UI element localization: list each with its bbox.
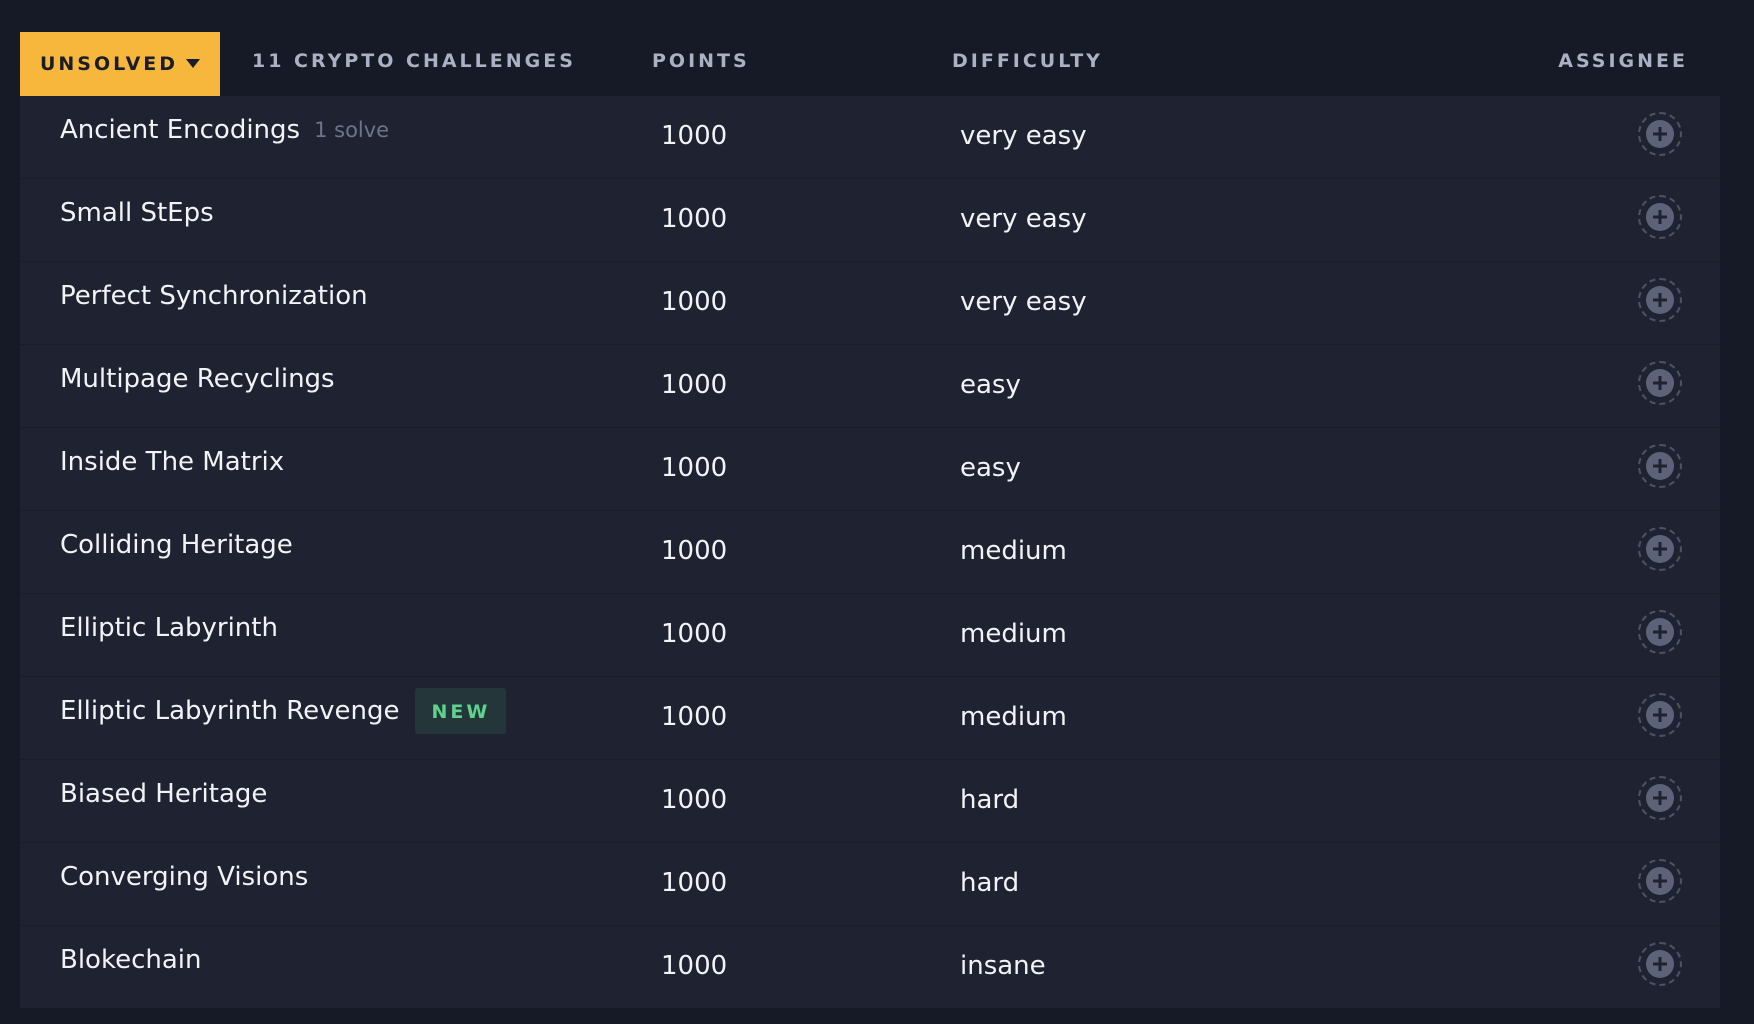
challenge-name-cell: Colliding Heritage (60, 525, 293, 565)
add-circle-icon (1646, 950, 1674, 978)
challenge-row[interactable]: Colliding Heritage 1000 medium (20, 511, 1720, 594)
challenge-row[interactable]: Inside The Matrix 1000 easy (20, 428, 1720, 511)
challenge-row[interactable]: Multipage Recyclings 1000 easy (20, 345, 1720, 428)
add-circle-icon (1646, 618, 1674, 646)
challenge-points: 1000 (661, 121, 728, 151)
challenge-row[interactable]: Elliptic Labyrinth 1000 medium (20, 594, 1720, 677)
table-header: UNSOLVED 11 CRYPTO CHALLENGES POINTS DIF… (20, 32, 1720, 96)
add-circle-icon (1646, 286, 1674, 314)
challenge-row[interactable]: Biased Heritage 1000 hard (20, 760, 1720, 843)
add-circle-icon (1646, 120, 1674, 148)
challenge-difficulty: medium (960, 619, 1067, 649)
challenge-name-cell: Elliptic Labyrinth Revenge NEW (60, 688, 507, 734)
challenge-name: Multipage Recyclings (60, 364, 335, 394)
assign-button[interactable] (1638, 693, 1682, 737)
challenge-name-cell: Small StEps (60, 193, 214, 233)
challenge-points: 1000 (661, 951, 728, 981)
challenge-name-cell: Multipage Recyclings (60, 359, 335, 399)
challenge-name-cell: Blokechain (60, 940, 202, 980)
add-circle-icon (1646, 203, 1674, 231)
assign-button[interactable] (1638, 278, 1682, 322)
add-circle-icon (1646, 867, 1674, 895)
challenge-row[interactable]: Perfect Synchronization 1000 very easy (20, 262, 1720, 345)
challenge-name-cell: Converging Visions (60, 857, 308, 897)
challenge-difficulty: hard (960, 785, 1020, 815)
assign-button[interactable] (1638, 112, 1682, 156)
challenge-name: Blokechain (60, 945, 202, 975)
challenge-row[interactable]: Small StEps 1000 very easy (20, 179, 1720, 262)
challenge-row[interactable]: Blokechain 1000 insane (20, 926, 1720, 1008)
challenge-difficulty: hard (960, 868, 1020, 898)
challenge-name: Small StEps (60, 198, 214, 228)
challenge-row[interactable]: Elliptic Labyrinth Revenge NEW 1000 medi… (20, 677, 1720, 760)
new-badge: NEW (415, 688, 507, 734)
status-filter-label: UNSOLVED (39, 53, 179, 75)
challenge-points: 1000 (661, 619, 728, 649)
difficulty-column-header: DIFFICULTY (952, 50, 1103, 72)
challenge-difficulty: medium (960, 536, 1067, 566)
assignee-column-header: ASSIGNEE (1558, 50, 1688, 72)
challenge-name: Inside The Matrix (60, 447, 285, 477)
challenge-points: 1000 (661, 453, 728, 483)
points-column-header: POINTS (652, 50, 750, 72)
challenge-difficulty: easy (960, 453, 1021, 483)
add-circle-icon (1646, 452, 1674, 480)
challenge-difficulty: very easy (960, 121, 1087, 151)
assign-button[interactable] (1638, 527, 1682, 571)
challenge-row[interactable]: Converging Visions 1000 hard (20, 843, 1720, 926)
challenge-difficulty: very easy (960, 287, 1087, 317)
status-filter-dropdown[interactable]: UNSOLVED (20, 32, 220, 96)
add-circle-icon (1646, 701, 1674, 729)
assign-button[interactable] (1638, 776, 1682, 820)
challenges-panel: UNSOLVED 11 CRYPTO CHALLENGES POINTS DIF… (20, 32, 1720, 1008)
assign-button[interactable] (1638, 361, 1682, 405)
challenge-name: Biased Heritage (60, 779, 268, 809)
solve-count: 1 solve (314, 118, 390, 142)
assign-button[interactable] (1638, 444, 1682, 488)
assign-button[interactable] (1638, 195, 1682, 239)
challenge-difficulty: medium (960, 702, 1067, 732)
challenge-difficulty: insane (960, 951, 1046, 981)
challenge-points: 1000 (661, 287, 728, 317)
challenge-points: 1000 (661, 868, 728, 898)
challenge-name-cell: Perfect Synchronization (60, 276, 368, 316)
challenge-name-cell: Inside The Matrix (60, 442, 284, 482)
challenge-points: 1000 (661, 204, 728, 234)
challenge-points: 1000 (661, 785, 728, 815)
challenge-name: Elliptic Labyrinth (60, 613, 278, 643)
challenge-points: 1000 (661, 536, 728, 566)
challenge-difficulty: easy (960, 370, 1021, 400)
add-circle-icon (1646, 784, 1674, 812)
challenge-name-cell: Biased Heritage (60, 774, 267, 814)
add-circle-icon (1646, 535, 1674, 563)
challenge-name: Perfect Synchronization (60, 281, 368, 311)
challenge-name: Elliptic Labyrinth Revenge (60, 696, 400, 726)
challenge-points: 1000 (661, 370, 728, 400)
challenge-points: 1000 (661, 702, 728, 732)
challenge-name-cell: Ancient Encodings 1 solve (60, 110, 389, 150)
challenge-name: Converging Visions (60, 862, 309, 892)
assign-button[interactable] (1638, 610, 1682, 654)
challenge-name: Ancient Encodings (60, 115, 301, 145)
challenge-name-cell: Elliptic Labyrinth (60, 608, 278, 648)
challenge-difficulty: very easy (960, 204, 1087, 234)
challenge-row[interactable]: Ancient Encodings 1 solve 1000 very easy (20, 96, 1720, 179)
challenge-count: 11 CRYPTO CHALLENGES (252, 50, 576, 72)
challenge-table: Ancient Encodings 1 solve 1000 very easy… (20, 96, 1720, 1008)
caret-down-icon (186, 58, 201, 68)
add-circle-icon (1646, 369, 1674, 397)
assign-button[interactable] (1638, 942, 1682, 986)
assign-button[interactable] (1638, 859, 1682, 903)
challenge-name: Colliding Heritage (60, 530, 293, 560)
